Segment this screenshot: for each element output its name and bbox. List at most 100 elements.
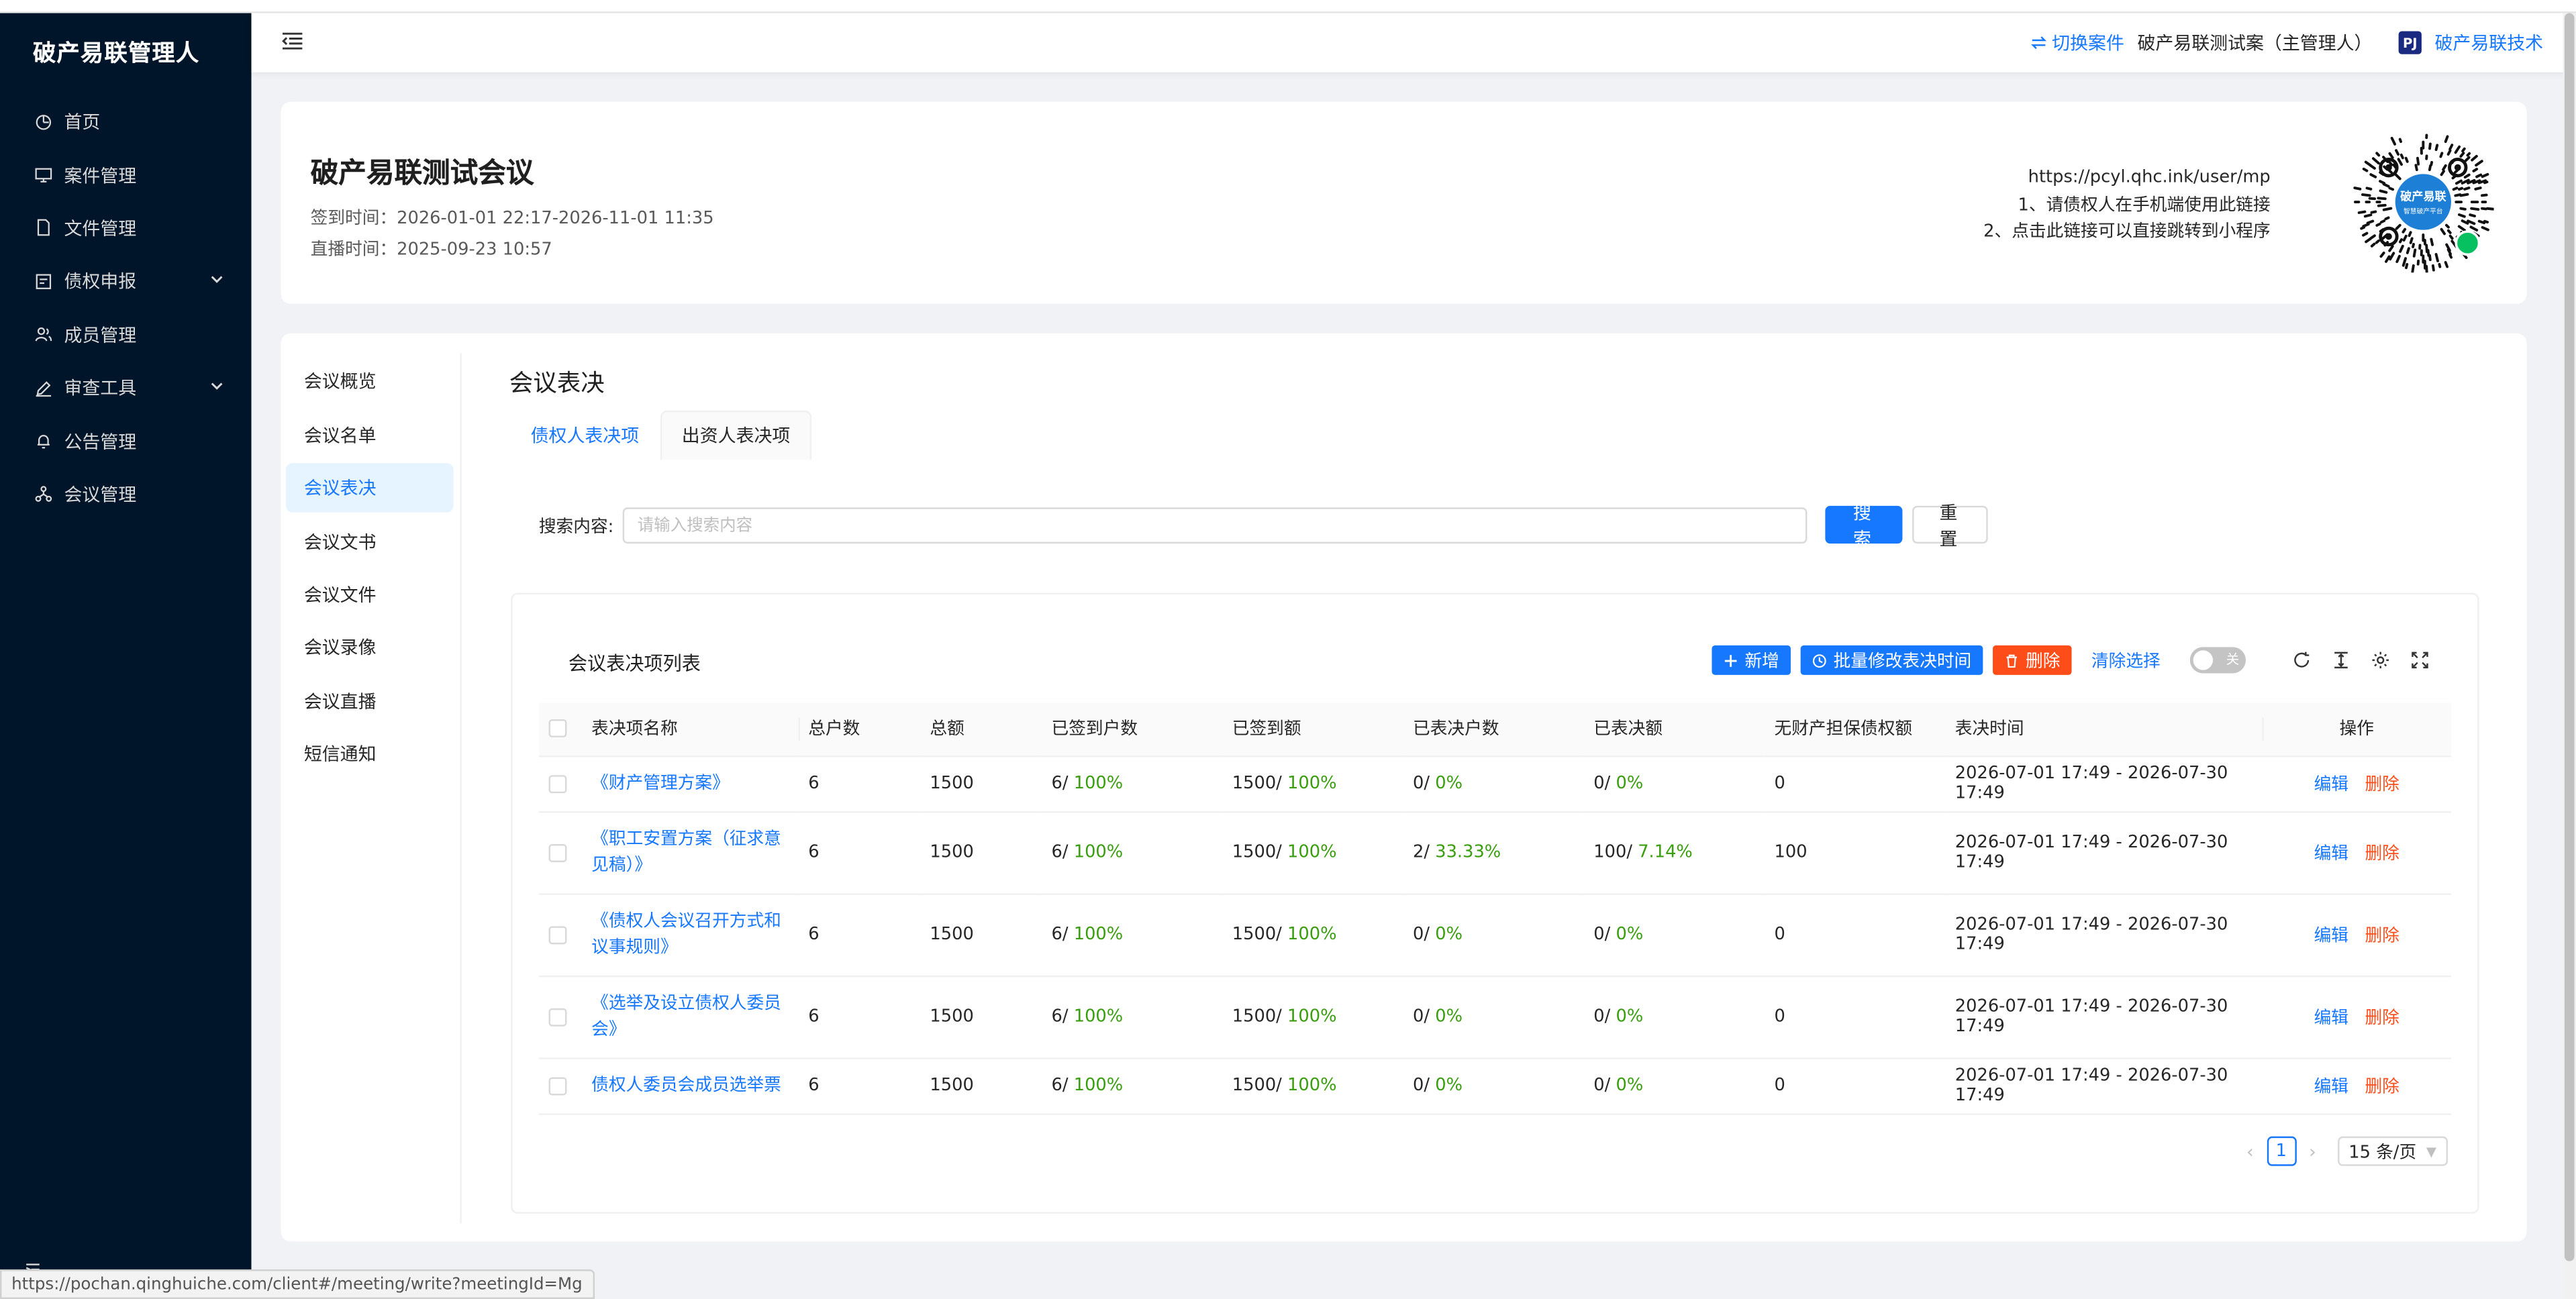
search-input[interactable]: [622, 507, 1807, 544]
qr-module: [2370, 242, 2376, 248]
batch-edit-time-button[interactable]: 批量修改表决时间: [1800, 645, 1983, 675]
tech-account-name[interactable]: 破产易联技术: [2434, 30, 2543, 56]
search-button[interactable]: 搜 索: [1825, 502, 1903, 550]
sidebar-item-members[interactable]: 成员管理: [0, 308, 251, 361]
delete-link[interactable]: 删除: [2365, 774, 2399, 794]
delete-link[interactable]: 删除: [2365, 925, 2399, 945]
delete-link[interactable]: 删除: [2365, 1008, 2399, 1027]
qr-module: [2404, 156, 2409, 163]
prev-page-icon[interactable]: ‹: [2238, 1141, 2261, 1162]
sidebar-item-notices[interactable]: 公告管理: [0, 415, 251, 468]
column-header-label: 操作: [2339, 719, 2374, 739]
tab-creditor-items[interactable]: 债权人表决项: [509, 410, 660, 460]
row-checkbox[interactable]: [548, 843, 567, 862]
row-checkbox[interactable]: [548, 1007, 567, 1026]
edit-link[interactable]: 编辑: [2314, 774, 2348, 794]
switch-case-link[interactable]: 切换案件: [2030, 30, 2124, 56]
subnav-item-livestream[interactable]: 会议直播: [286, 676, 454, 725]
menu-fold-icon[interactable]: [281, 30, 304, 52]
row-checkbox[interactable]: [548, 925, 567, 944]
qr-module: [2405, 262, 2409, 270]
edit-link[interactable]: 编辑: [2314, 1076, 2348, 1096]
qr-module: [2452, 187, 2459, 191]
subnav-item-roster[interactable]: 会议名单: [286, 410, 454, 459]
miniprogram-url[interactable]: https://pcyl.qhc.ink/user/mp: [1983, 164, 2271, 191]
percent: 7.14%: [1638, 842, 1693, 862]
cell-checkin-amount: 1500/ 100%: [1222, 811, 1403, 894]
qr-module: [2472, 168, 2479, 172]
fullscreen-icon[interactable]: [2410, 650, 2430, 670]
cell-checkin-count: 6/ 100%: [1041, 893, 1223, 977]
tab-investor-items[interactable]: 出资人表决项: [660, 410, 812, 460]
clear-selection-link[interactable]: 清除选择: [2091, 648, 2161, 673]
cell-unsecured: 0: [1764, 755, 1946, 813]
vote-item-name-link[interactable]: 《财产管理方案》: [591, 770, 789, 796]
sidebar-item-label: 首页: [64, 111, 101, 134]
column-header-voted-count: 已表决户数: [1403, 703, 1584, 757]
reset-button[interactable]: 重 置: [1912, 502, 1988, 550]
qr-module: [2369, 173, 2377, 178]
percent: 0%: [1435, 1076, 1463, 1096]
sidebar-item-files[interactable]: 文件管理: [0, 202, 251, 255]
delete-link[interactable]: 删除: [2365, 1076, 2399, 1096]
qr-module: [2360, 225, 2366, 230]
pagination: ‹ 1 › 15 条/页 ▼: [2238, 1136, 2448, 1166]
vote-item-name-link[interactable]: 债权人委员会成员选举票: [591, 1072, 789, 1098]
qr-module: [2438, 262, 2442, 268]
gear-icon[interactable]: [2371, 650, 2390, 670]
vote-item-name-link[interactable]: 《债权人会议召开方式和议事规则》: [591, 908, 789, 960]
table-body: 《财产管理方案》 6 1500 6/ 100% 1500/ 100% 0/ 0% 0/ 0%…: [538, 755, 2451, 1114]
vote-item-name-link[interactable]: 《职工安置方案（征求意见稿）》: [591, 826, 789, 878]
next-page-icon[interactable]: ›: [2301, 1141, 2324, 1162]
edit-link[interactable]: 编辑: [2314, 843, 2348, 863]
subnav-item-vote[interactable]: 会议表决: [285, 463, 454, 513]
cell-name: 《财产管理方案》: [581, 755, 799, 813]
qr-module: [2366, 219, 2375, 225]
subnav-item-overview[interactable]: 会议概览: [286, 357, 454, 406]
qr-module: [2362, 167, 2369, 172]
subnav-item-documents[interactable]: 会议文书: [286, 517, 454, 566]
subnav-item-files[interactable]: 会议文件: [286, 570, 454, 619]
page-size-select[interactable]: 15 条/页 ▼: [2337, 1136, 2448, 1166]
sidebar-item-home[interactable]: 首页: [0, 95, 251, 148]
qr-module: [2384, 216, 2390, 221]
sidebar-item-review-tools[interactable]: 审查工具: [0, 361, 251, 414]
sidebar-item-cases[interactable]: 案件管理: [0, 148, 251, 201]
sidebar-item-claims[interactable]: 债权申报: [0, 255, 251, 308]
column-height-icon[interactable]: [2331, 650, 2350, 670]
page-scrollbar[interactable]: [2563, 13, 2576, 1299]
cell-total-households: 6: [798, 811, 920, 894]
toggle-switch[interactable]: 关: [2189, 647, 2246, 674]
table-row: 《债权人会议召开方式和议事规则》 6 1500 6/ 100% 1500/ 100% 0/…: [538, 893, 2451, 977]
sidebar-item-label: 成员管理: [64, 324, 137, 346]
qr-module: [2464, 156, 2471, 162]
toggle-knob: [2193, 650, 2214, 670]
subnav-item-sms[interactable]: 短信通知: [286, 729, 454, 778]
delete-link[interactable]: 删除: [2365, 843, 2399, 863]
row-checkbox[interactable]: [548, 774, 567, 792]
add-button-label: 新增: [1744, 651, 1779, 671]
percent: 100%: [1287, 842, 1337, 862]
vote-item-name-link[interactable]: 《选举及设立债权人委员会》: [591, 990, 789, 1043]
scrollbar-thumb[interactable]: [2564, 13, 2575, 1261]
row-checkbox[interactable]: [548, 1076, 567, 1095]
qr-module: [2379, 189, 2388, 194]
sidebar-item-meetings[interactable]: 会议管理: [0, 468, 251, 521]
column-header-vote-time: 表决时间: [1945, 703, 2263, 757]
value: 1500/: [1232, 924, 1282, 945]
delete-button[interactable]: 删除: [1993, 645, 2072, 675]
edit-link[interactable]: 编辑: [2314, 1008, 2348, 1027]
edit-link[interactable]: 编辑: [2314, 925, 2348, 945]
percent: 100%: [1073, 842, 1124, 862]
add-button[interactable]: 新增: [1712, 645, 1791, 675]
users-icon: [33, 325, 52, 344]
cell-vote-time: 2026-07-01 17:49 - 2026-07-30 17:49: [1945, 755, 2263, 813]
page-number-current[interactable]: 1: [2266, 1136, 2296, 1166]
search-label: 搜索内容:: [538, 517, 614, 537]
value: 0/: [1413, 924, 1430, 945]
qr-module: [2411, 264, 2415, 274]
table-header-row: 表决项名称 总户数 总额 已签到户数 已签到额 已表决户数 已表决额 无财产担保…: [538, 703, 2451, 757]
reload-icon[interactable]: [2292, 650, 2312, 670]
select-all-checkbox[interactable]: [548, 719, 567, 738]
subnav-item-recordings[interactable]: 会议录像: [286, 623, 454, 672]
